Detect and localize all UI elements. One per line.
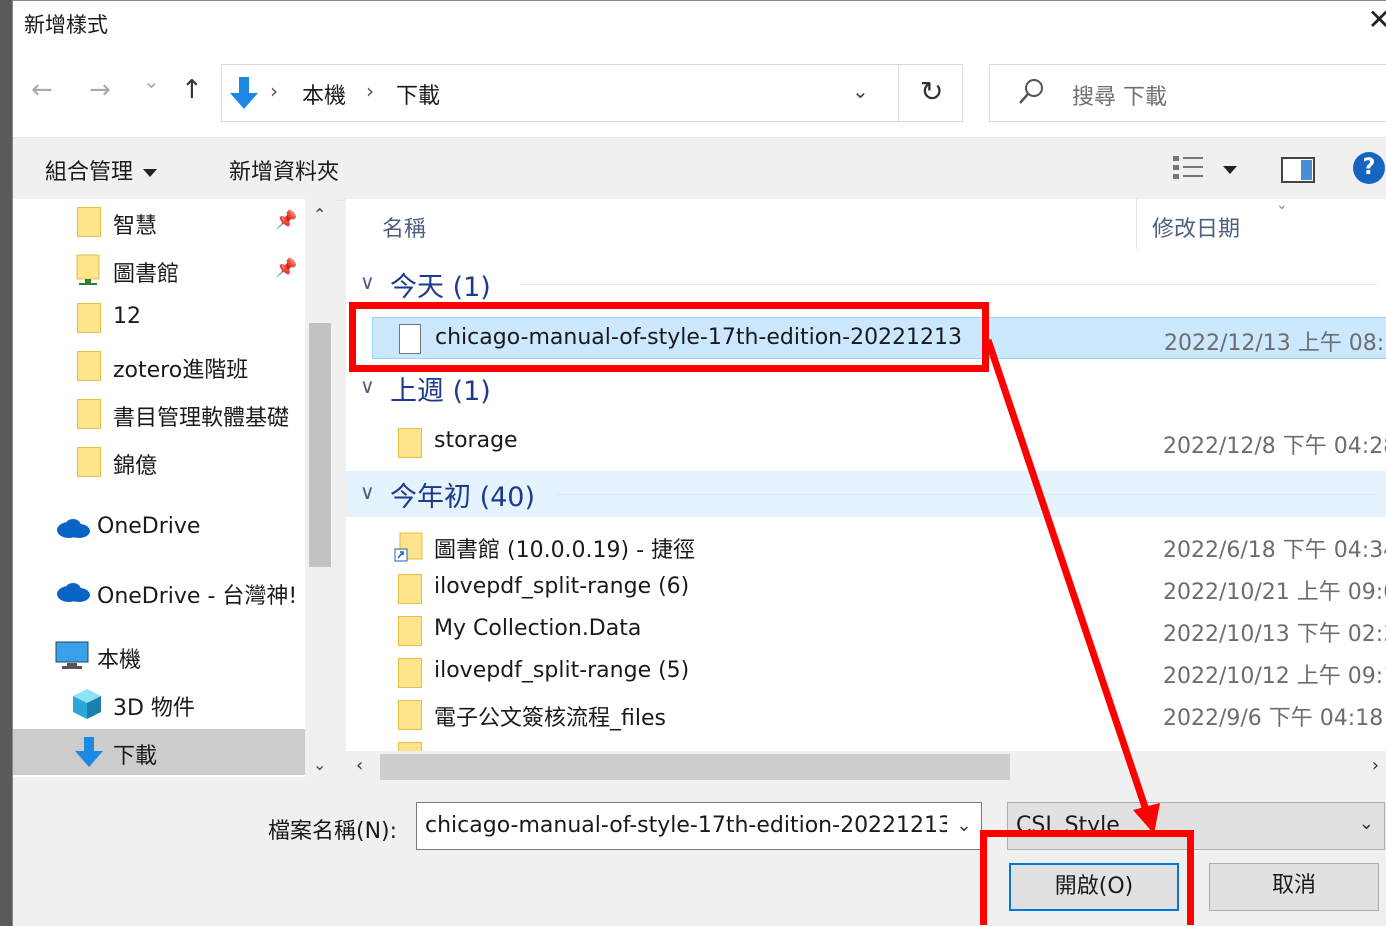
annotation-arrow [984,338,1160,834]
